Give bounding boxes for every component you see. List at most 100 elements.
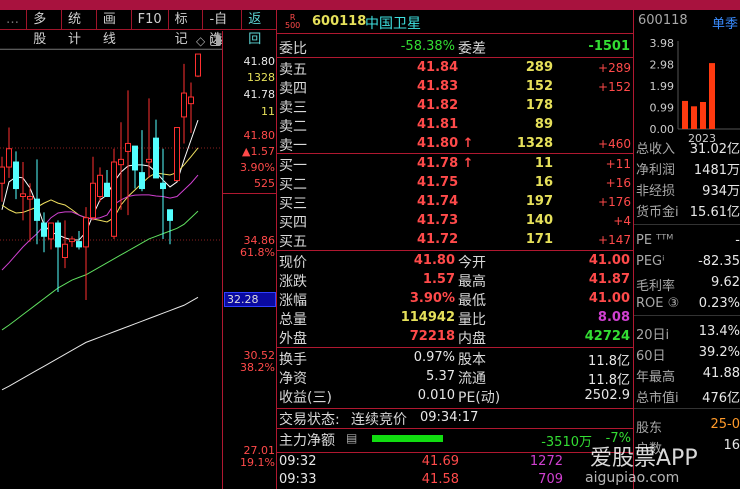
order-change: +4 <box>613 214 631 228</box>
order-label: 卖五 <box>279 62 307 78</box>
tick-time: 09:33 <box>279 472 317 487</box>
metric-value: 934万 <box>702 184 740 199</box>
fund-label: PE(动) <box>458 390 501 406</box>
order-price: 41.75 <box>417 175 459 190</box>
stock-name: 中国卫星 <box>365 16 421 32</box>
tick-volume: 1272 <box>529 454 563 469</box>
fund-value: 0.97% <box>413 350 455 365</box>
metric-label: PEGⁱ <box>636 254 665 269</box>
order-label: 卖四 <box>279 81 307 97</box>
fib-pct-1: 61.8% <box>240 246 275 259</box>
stat-label: 内盘 <box>458 331 486 347</box>
candle-up <box>0 166 5 184</box>
toolbar-item-4[interactable]: 标记 <box>169 10 204 47</box>
metric-value: 41.88 <box>702 366 740 381</box>
toolbar-item-6[interactable]: 返回 <box>242 10 277 47</box>
toolbar-item-1[interactable]: 统计 <box>62 10 97 47</box>
toolbar-item-blurred[interactable]: … <box>0 10 28 30</box>
stat-label: 涨幅 <box>279 293 307 309</box>
metric-value: 9.62 <box>711 275 740 290</box>
quarter-bar <box>709 63 715 130</box>
metric-value: 13.4% <box>698 324 740 339</box>
diamond-icon[interactable]: ◇ <box>196 34 205 48</box>
candle-up <box>188 96 194 105</box>
metric-label: 60日 <box>636 349 666 364</box>
tab-single-quarter[interactable]: 单季 <box>712 13 738 32</box>
order-price: 41.80 ↑ <box>417 136 474 151</box>
badge-bottom: 500 <box>285 21 301 30</box>
fib-pct-3: 19.1% <box>240 456 275 469</box>
axis-pct: 3.90% <box>240 161 275 174</box>
metric-value: 15.61亿 <box>689 205 740 220</box>
candle-down <box>167 209 173 221</box>
stat-value: 41.00 <box>588 291 630 306</box>
side-stock-code: 600118 <box>638 13 688 28</box>
axis-ask-price: 41.80 <box>243 55 276 68</box>
stat-label: 总量 <box>279 312 307 328</box>
order-volume: 197 <box>525 194 553 209</box>
quote-panel: R 500 600118 中国卫星 委比 -58.38% 委差 -1501 交易状… <box>277 10 633 489</box>
order-label: 买四 <box>279 215 307 231</box>
list-icon[interactable]: ▤ <box>346 431 357 445</box>
order-change: +147 <box>598 233 631 247</box>
fund-label: 收益(三) <box>279 390 332 406</box>
main-flow-value: -3510万 <box>541 435 592 450</box>
axis-bid-price: 41.78 <box>243 88 276 101</box>
order-volume: 152 <box>525 79 553 94</box>
candle-up <box>6 148 12 168</box>
order-volume: 289 <box>525 60 553 75</box>
fund-value: 2502.9 <box>584 388 631 403</box>
candle-down <box>76 241 82 248</box>
stat-value: 42724 <box>584 329 630 344</box>
trade-status-time: 09:34:17 <box>420 410 479 425</box>
order-label: 买三 <box>279 196 307 212</box>
trade-status-label: 交易状态: <box>279 412 340 428</box>
order-label: 卖三 <box>279 100 307 116</box>
axis-ask-vol: 1328 <box>247 71 275 84</box>
axis-vol: 525 <box>254 177 275 190</box>
tick-price: 41.58 <box>421 472 459 487</box>
stat-label: 今开 <box>458 255 486 271</box>
quarter-bar <box>691 106 697 129</box>
bar-tick-label: 3.98 <box>650 37 675 50</box>
candle-down <box>41 222 47 237</box>
fund-label: 流通 <box>458 371 486 387</box>
tick-price: 41.69 <box>421 454 459 469</box>
fund-value: 5.37 <box>426 369 455 384</box>
candle-down <box>34 198 40 221</box>
axis-last: 41.80 <box>243 129 276 142</box>
toolbar-item-5[interactable]: -自选 <box>203 10 243 47</box>
fund-value: 11.8亿 <box>588 373 630 388</box>
order-volume: 89 <box>534 117 553 132</box>
finance-panel: 600118 单季 3.98 2.98 1.99 0.99 0.00 2023 总收入 31… <box>634 10 740 489</box>
fib-pct-2: 38.2% <box>240 361 275 374</box>
watermark-brand: 爱股票APP <box>590 446 698 471</box>
candle-up <box>125 142 131 152</box>
title-bar <box>0 0 740 10</box>
candlestick-chart[interactable] <box>0 31 222 489</box>
stat-value: 72218 <box>409 329 455 344</box>
metric-value: -82.35 <box>698 254 740 269</box>
rating-badge: R 500 <box>285 14 300 30</box>
toolbar-item-3[interactable]: F10 <box>132 10 169 30</box>
candle-up <box>90 182 96 219</box>
main-flow-bar <box>372 435 466 442</box>
stat-value: 114942 <box>400 310 455 325</box>
stat-value: 41.87 <box>588 272 630 287</box>
fund-value: 11.8亿 <box>588 354 630 369</box>
candle-up <box>97 174 103 197</box>
toolbar-item-2[interactable]: 画线 <box>97 10 132 47</box>
order-volume: 1328 <box>516 136 553 151</box>
candle-up <box>83 217 89 248</box>
stock-code: 600118 <box>312 14 367 29</box>
order-change: +460 <box>598 137 631 151</box>
candle-up <box>181 92 187 118</box>
stat-value: 3.90% <box>409 291 455 306</box>
candle-up <box>27 195 33 200</box>
candle-up <box>48 222 54 240</box>
panel-toggle-icon[interactable] <box>210 35 221 46</box>
toolbar: … 多股统计画线F10标记-自选返回 <box>0 10 277 47</box>
candle-up <box>62 243 68 259</box>
toolbar-item-0[interactable]: 多股 <box>27 10 63 47</box>
stat-label: 最低 <box>458 293 486 309</box>
